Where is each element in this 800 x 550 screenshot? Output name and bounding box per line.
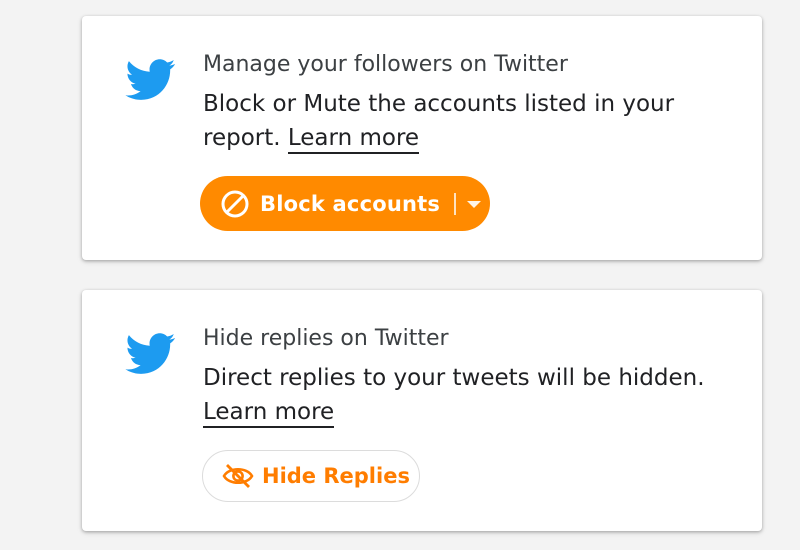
followers-card-content: Manage your followers on Twitter Block o… xyxy=(203,50,743,155)
eye-off-icon xyxy=(222,464,254,488)
block-accounts-label: Block accounts xyxy=(260,191,441,216)
hide-replies-button[interactable]: Hide Replies xyxy=(202,450,420,502)
learn-more-link[interactable]: Learn more xyxy=(203,399,335,428)
card-description: Block or Mute the accounts listed in you… xyxy=(203,87,723,155)
caret-down-icon[interactable] xyxy=(467,201,482,208)
card-description: Direct replies to your tweets will be hi… xyxy=(203,361,723,429)
learn-more-link[interactable]: Learn more xyxy=(287,125,420,154)
card-title: Hide replies on Twitter xyxy=(203,326,449,351)
replies-card-content: Hide replies on Twitter Direct replies t… xyxy=(203,324,743,429)
twitter-bird-icon xyxy=(125,59,176,100)
block-accounts-button[interactable]: Block accounts xyxy=(200,176,490,231)
description-text: Block or Mute the accounts listed in you… xyxy=(203,91,675,151)
hide-replies-label: Hide Replies xyxy=(262,464,410,488)
manage-followers-card: Manage your followers on Twitter Block o… xyxy=(82,16,762,260)
description-text: Direct replies to your tweets will be hi… xyxy=(203,365,705,391)
button-divider xyxy=(454,192,457,215)
twitter-bird-icon xyxy=(125,333,176,374)
card-title: Manage your followers on Twitter xyxy=(203,52,568,77)
hide-replies-card: Hide replies on Twitter Direct replies t… xyxy=(82,290,762,531)
block-icon xyxy=(221,190,249,217)
